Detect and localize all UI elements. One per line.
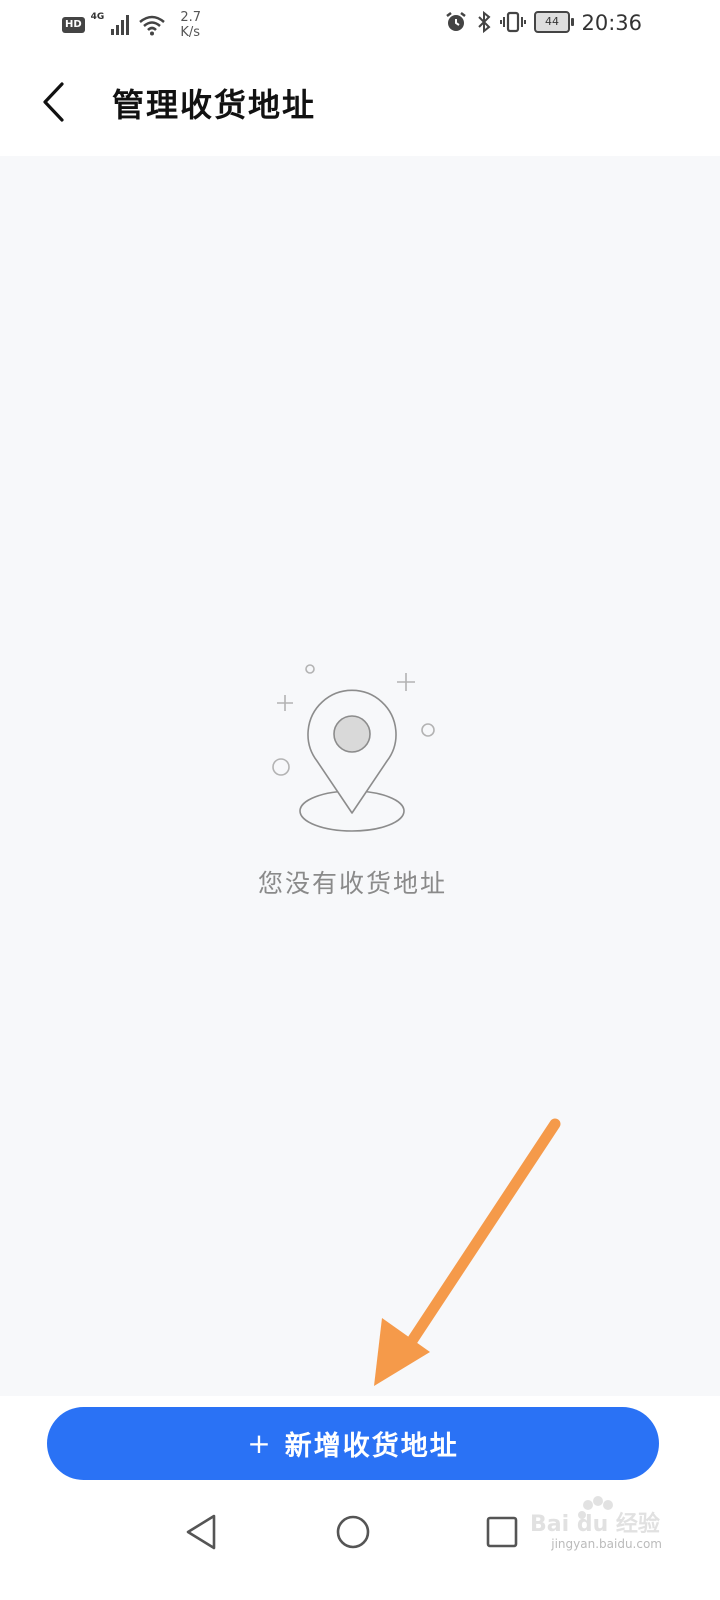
bluetooth-icon	[478, 10, 491, 34]
back-arrow-icon	[43, 82, 64, 122]
hd-badge: HD	[62, 17, 85, 33]
status-bar: HD 4G 2.7 K/s 44 20:36	[0, 0, 720, 52]
main-content: 您没有收货地址	[0, 156, 720, 1396]
alarm-icon	[446, 12, 466, 31]
speed-value: 2.7	[180, 10, 202, 25]
square-recent-icon	[486, 1516, 518, 1548]
network-type: 4G	[90, 12, 105, 22]
plus-icon: +	[247, 1426, 271, 1460]
bottom-action-bar: + 新增收货地址	[0, 1396, 720, 1492]
status-right: 44	[444, 10, 574, 34]
vibrate-icon	[500, 11, 526, 33]
orange-arrow-annotation	[374, 1118, 561, 1386]
nav-recent-button[interactable]	[478, 1508, 526, 1556]
watermark-url: jingyan.baidu.com	[551, 1537, 662, 1551]
back-button[interactable]	[32, 78, 80, 126]
status-left: HD 4G 2.7 K/s	[62, 10, 201, 40]
page-title: 管理收货地址	[112, 86, 317, 124]
empty-state-message: 您没有收货地址	[257, 869, 447, 898]
location-pin-icon	[272, 664, 435, 832]
wifi-icon	[139, 15, 166, 36]
battery-icon: 44	[534, 11, 574, 33]
signal-icon	[111, 15, 130, 35]
nav-home-button[interactable]	[329, 1508, 377, 1556]
screen: HD 4G 2.7 K/s 44 20:36 管理收货地址 您没有收货地址 + …	[0, 0, 720, 1600]
clock: 20:36	[581, 11, 642, 35]
network-speed: 2.7 K/s	[180, 10, 201, 40]
speed-unit: K/s	[180, 25, 201, 40]
add-address-label: 新增收货地址	[284, 1431, 459, 1462]
nav-back-button[interactable]	[178, 1508, 226, 1556]
watermark-brand: Bai du 经验	[530, 1511, 660, 1537]
triangle-back-icon	[186, 1514, 216, 1550]
title-bar: 管理收货地址	[0, 52, 720, 156]
add-address-button[interactable]: + 新增收货地址	[47, 1407, 659, 1480]
circle-home-icon	[336, 1515, 370, 1549]
